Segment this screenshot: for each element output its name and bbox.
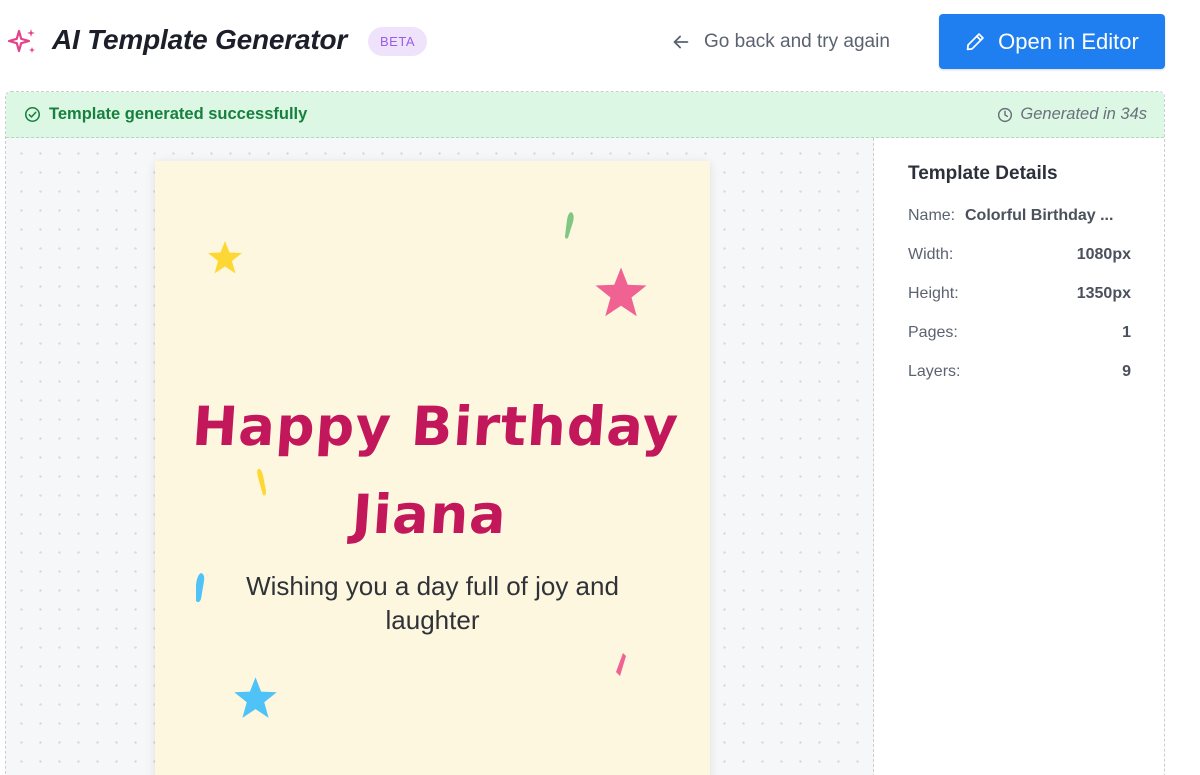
generation-time-text: Generated in 34s	[1020, 105, 1147, 123]
status-bar: Template generated successfully Generate…	[6, 92, 1164, 138]
pink-confetti-icon	[616, 653, 626, 676]
detail-label: Height:	[908, 285, 959, 302]
detail-row-height: Height: 1350px	[908, 285, 1131, 307]
detail-value: 9	[1122, 363, 1131, 380]
detail-row-layers: Layers: 9	[908, 363, 1131, 385]
detail-value: Colorful Birthday ...	[965, 207, 1114, 224]
yellow-star-icon	[208, 241, 242, 274]
app-title: AI Template Generator	[52, 24, 348, 55]
go-back-link[interactable]: Go back and try again	[670, 28, 890, 56]
detail-value: 1	[1122, 324, 1131, 341]
detail-value: 1080px	[1076, 246, 1131, 263]
success-text: Template generated successfully	[49, 105, 308, 123]
blue-confetti-icon	[196, 573, 205, 603]
detail-row-pages: Pages: 1	[908, 324, 1131, 346]
preview-canvas: Happy Birthday Jiana Wishing you a day f…	[6, 138, 874, 775]
pencil-icon	[966, 33, 984, 51]
detail-label: Pages:	[908, 324, 958, 341]
pink-star-icon	[595, 267, 647, 317]
open-in-editor-label: Open in Editor	[998, 28, 1139, 54]
check-circle-icon	[24, 106, 41, 123]
detail-row-width: Width: 1080px	[908, 246, 1131, 268]
top-header: AI Template Generator BETA Go back and t…	[0, 0, 1200, 84]
clock-icon	[998, 107, 1013, 122]
arrow-left-icon	[673, 35, 689, 49]
card-title: Happy Birthday Jiana	[155, 383, 710, 559]
sparkles-icon	[7, 29, 35, 53]
open-in-editor-button[interactable]: Open in Editor	[939, 14, 1165, 69]
generation-time: Generated in 34s	[997, 105, 1147, 124]
success-message: Template generated successfully	[24, 105, 307, 124]
detail-value: 1350px	[1076, 285, 1131, 302]
detail-row-name: Name: Colorful Birthday ...	[908, 207, 1131, 229]
card-title-line1: Happy Birthday	[190, 395, 681, 458]
detail-label: Layers:	[908, 363, 961, 380]
card-subtitle: Wishing you a day full of joy and laught…	[246, 571, 619, 635]
template-preview-card[interactable]: Happy Birthday Jiana Wishing you a day f…	[155, 161, 710, 775]
go-back-label: Go back and try again	[704, 31, 890, 52]
detail-label: Width:	[908, 246, 954, 263]
template-details-panel: Template Details Name: Colorful Birthday…	[875, 138, 1164, 775]
card-title-line2: Jiana	[349, 483, 510, 546]
beta-badge: BETA	[368, 27, 427, 56]
green-confetti-icon	[565, 212, 574, 239]
detail-label: Name:	[908, 207, 956, 224]
blue-star-icon	[234, 677, 277, 718]
result-panel: Template generated successfully Generate…	[5, 91, 1165, 775]
details-title: Template Details	[908, 163, 1058, 184]
